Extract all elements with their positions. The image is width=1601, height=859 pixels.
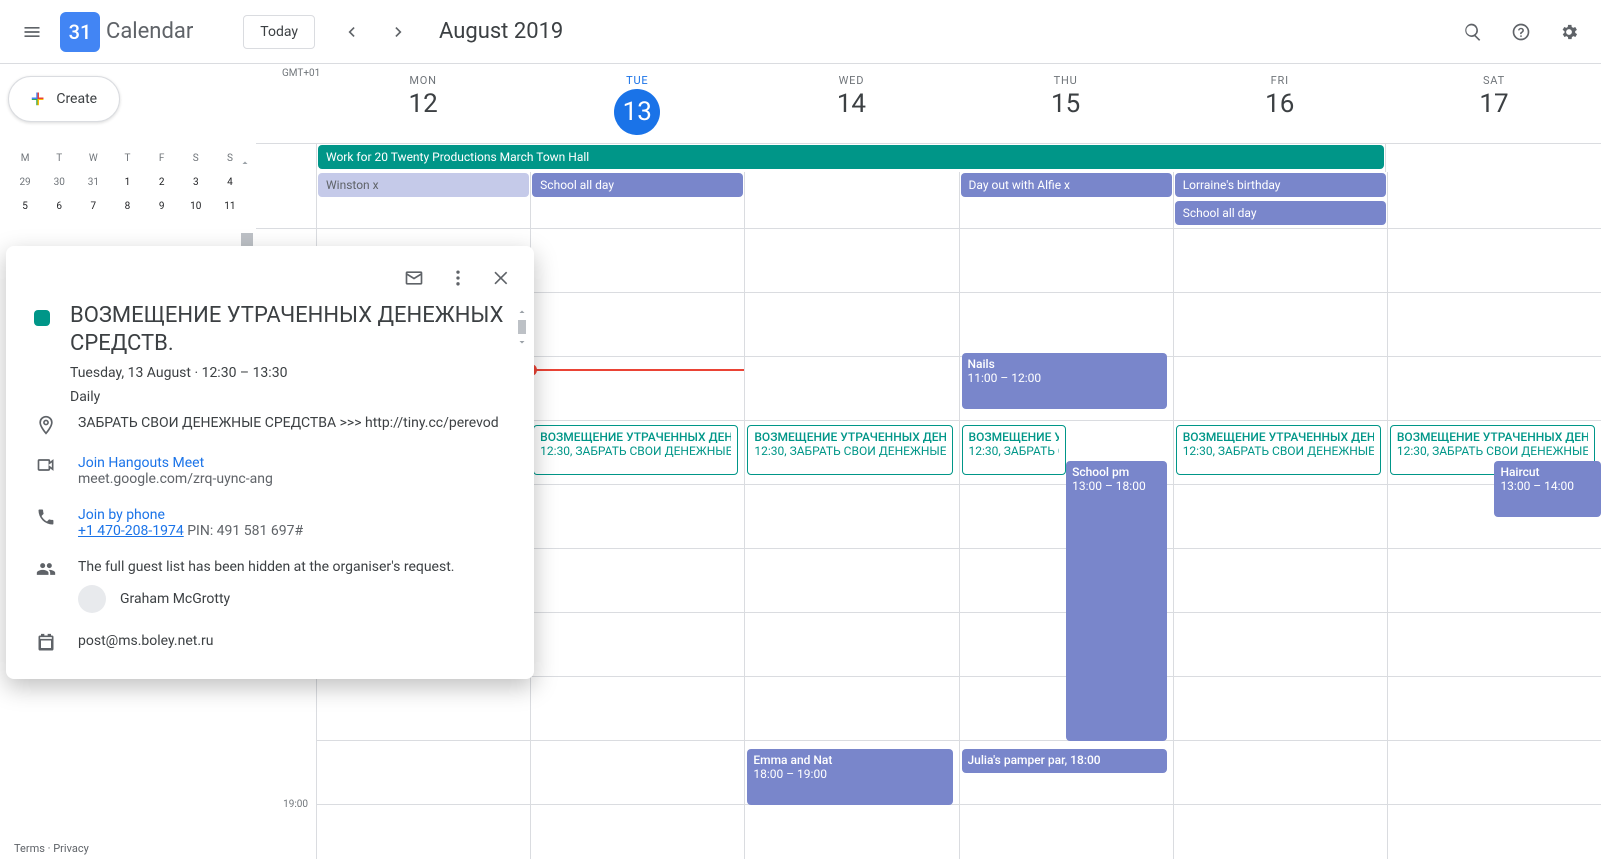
gear-icon <box>1559 22 1579 42</box>
organizer-email: post@ms.boley.net.ru <box>78 633 213 649</box>
phone-pin: PIN: 491 581 697# <box>184 523 303 539</box>
event-location[interactable]: ЗАБРАТЬ СВОИ ДЕНЕЖНЫЕ СРЕДСТВА >>> http:… <box>78 415 499 431</box>
timezone-label: GMT+01 <box>282 68 320 79</box>
col-fri[interactable]: ВОЗМЕЩЕНИЕ УТРАЧЕННЫХ ДЕНЕЖНЫХ СРЕДСТВ. … <box>1173 229 1387 859</box>
allday-event-lorraine[interactable]: Lorraine's birthday <box>1175 173 1386 197</box>
mail-icon <box>404 268 424 288</box>
day-header-sat[interactable]: SAT17 <box>1387 64 1601 143</box>
event-haircut[interactable]: Haircut 13:00 – 14:00 <box>1494 461 1601 517</box>
hamburger-icon <box>22 22 42 42</box>
day-header-thu[interactable]: THU15 <box>959 64 1173 143</box>
day-header-tue[interactable]: TUE13 <box>530 64 744 143</box>
event-recurrence: Daily <box>70 389 506 405</box>
event-voz-tue[interactable]: ВОЗМЕЩЕНИЕ УТРАЧЕННЫХ ДЕНЕЖНЫХ СРЕДСТВ. … <box>533 425 738 475</box>
event-voz-thu[interactable]: ВОЗМЕЩЕНИЕ УТРАЧЕННЫХ ДЕНЕЖНЫХ СРЕДСТВ. … <box>962 425 1067 475</box>
create-button[interactable]: + Create <box>8 76 120 122</box>
current-range-label: August 2019 <box>439 19 563 44</box>
event-detail-card: ВОЗМЕЩЕНИЕ УТРАЧЕННЫХ ДЕНЕЖНЫХ СРЕДСТВ. … <box>6 246 534 679</box>
event-meet-row: Join Hangouts Meet meet.google.com/zrq-u… <box>10 445 530 497</box>
allday-section: Work for 20 Twenty Productions March Tow… <box>256 144 1601 229</box>
settings-button[interactable] <box>1545 8 1593 56</box>
prev-week-button[interactable] <box>327 8 375 56</box>
video-icon <box>36 455 56 475</box>
people-icon <box>36 559 56 579</box>
mini-calendar[interactable]: M T W T F S S 29 30 31 1 2 3 4 <box>8 146 247 218</box>
event-datetime: Tuesday, 13 August · 12:30 – 13:30 <box>70 365 506 381</box>
event-title: ВОЗМЕЩЕНИЕ УТРАЧЕННЫХ ДЕНЕЖНЫХ СРЕДСТВ. <box>70 302 506 357</box>
more-vert-icon <box>448 268 468 288</box>
location-icon <box>36 415 56 435</box>
event-voz-wed[interactable]: ВОЗМЕЩЕНИЕ УТРАЧЕННЫХ ДЕНЕЖНЫХ СРЕДСТВ. … <box>747 425 952 475</box>
event-phone-row: Join by phone +1 470-208-1974 PIN: 491 5… <box>10 497 530 549</box>
phone-icon <box>36 507 56 527</box>
email-guests-button[interactable] <box>394 258 434 298</box>
chevron-down-icon <box>516 336 528 348</box>
main-menu-button[interactable] <box>8 8 56 56</box>
day-header-fri[interactable]: FRI16 <box>1173 64 1387 143</box>
event-julia[interactable]: Julia's pamper par, 18:00 <box>962 749 1167 773</box>
guests-hidden-note: The full guest list has been hidden at t… <box>78 559 454 575</box>
scroll-thumb[interactable] <box>518 320 526 334</box>
day-header-wed[interactable]: WED14 <box>744 64 958 143</box>
next-week-button[interactable] <box>375 8 423 56</box>
allday-event-school-tue[interactable]: School all day <box>532 173 743 197</box>
create-label: Create <box>56 91 97 107</box>
chevron-right-icon <box>389 22 409 42</box>
guest-avatar <box>78 585 106 613</box>
chevron-up-icon <box>516 306 528 318</box>
close-icon <box>492 268 512 288</box>
nav-arrows <box>327 8 423 56</box>
event-voz-fri[interactable]: ВОЗМЕЩЕНИЕ УТРАЧЕННЫХ ДЕНЕЖНЫХ СРЕДСТВ. … <box>1176 425 1381 475</box>
event-color-swatch <box>34 310 50 326</box>
allday-event-alfie[interactable]: Day out with Alfie x <box>961 173 1172 197</box>
event-calendar-row: post@ms.boley.net.ru <box>10 623 530 663</box>
event-options-button[interactable] <box>438 258 478 298</box>
phone-number-link[interactable]: +1 470-208-1974 <box>78 523 184 539</box>
help-icon <box>1511 22 1531 42</box>
plus-icon: + <box>31 87 44 111</box>
event-school-pm[interactable]: School pm 13:00 – 18:00 <box>1066 461 1167 741</box>
join-meet-link[interactable]: Join Hangouts Meet <box>78 455 204 471</box>
today-button[interactable]: Today <box>243 15 315 49</box>
col-tue[interactable]: ВОЗМЕЩЕНИЕ УТРАЧЕННЫХ ДЕНЕЖНЫХ СРЕДСТВ. … <box>530 229 744 859</box>
footer-links[interactable]: Terms · Privacy <box>14 842 89 855</box>
guest-name: Graham McGrotty <box>120 591 230 607</box>
logo-text: Calendar <box>106 19 193 44</box>
help-button[interactable] <box>1497 8 1545 56</box>
card-scrollbar[interactable] <box>516 306 528 356</box>
allday-event-winston[interactable]: Winston x <box>318 173 529 197</box>
close-card-button[interactable] <box>482 258 522 298</box>
event-location-row: ЗАБРАТЬ СВОИ ДЕНЕЖНЫЕ СРЕДСТВА >>> http:… <box>10 405 530 445</box>
logo-badge: 31 <box>60 12 100 52</box>
search-icon <box>1463 22 1483 42</box>
now-indicator <box>531 369 744 371</box>
app-logo: 31 Calendar <box>60 12 193 52</box>
col-thu[interactable]: Nails 11:00 – 12:00 ВОЗМЕЩЕНИЕ УТРАЧЕННЫ… <box>959 229 1173 859</box>
event-nails[interactable]: Nails 11:00 – 12:00 <box>962 353 1167 409</box>
col-wed[interactable]: ВОЗМЕЩЕНИЕ УТРАЧЕННЫХ ДЕНЕЖНЫХ СРЕДСТВ. … <box>744 229 958 859</box>
day-header-mon[interactable]: MON12 <box>316 64 530 143</box>
chevron-left-icon <box>341 22 361 42</box>
allday-event-work[interactable]: Work for 20 Twenty Productions March Tow… <box>318 145 1384 169</box>
chevron-up-icon <box>239 157 251 169</box>
search-button[interactable] <box>1449 8 1497 56</box>
day-headers: MON12 TUE13 WED14 THU15 FRI16 SAT17 <box>256 64 1601 144</box>
event-emma[interactable]: Emma and Nat 18:00 – 19:00 <box>747 749 952 805</box>
meet-url: meet.google.com/zrq-uync-ang <box>78 471 273 487</box>
join-phone-link[interactable]: Join by phone <box>78 507 165 523</box>
event-guests-row: The full guest list has been hidden at t… <box>10 549 530 623</box>
calendar-icon <box>36 633 56 653</box>
col-sat[interactable]: ВОЗМЕЩЕНИЕ УТРАЧЕННЫХ ДЕНЕЖНЫХ СРЕДСТВ. … <box>1387 229 1601 859</box>
allday-event-school-fri[interactable]: School all day <box>1175 201 1386 225</box>
app-header: 31 Calendar Today August 2019 <box>0 0 1601 64</box>
